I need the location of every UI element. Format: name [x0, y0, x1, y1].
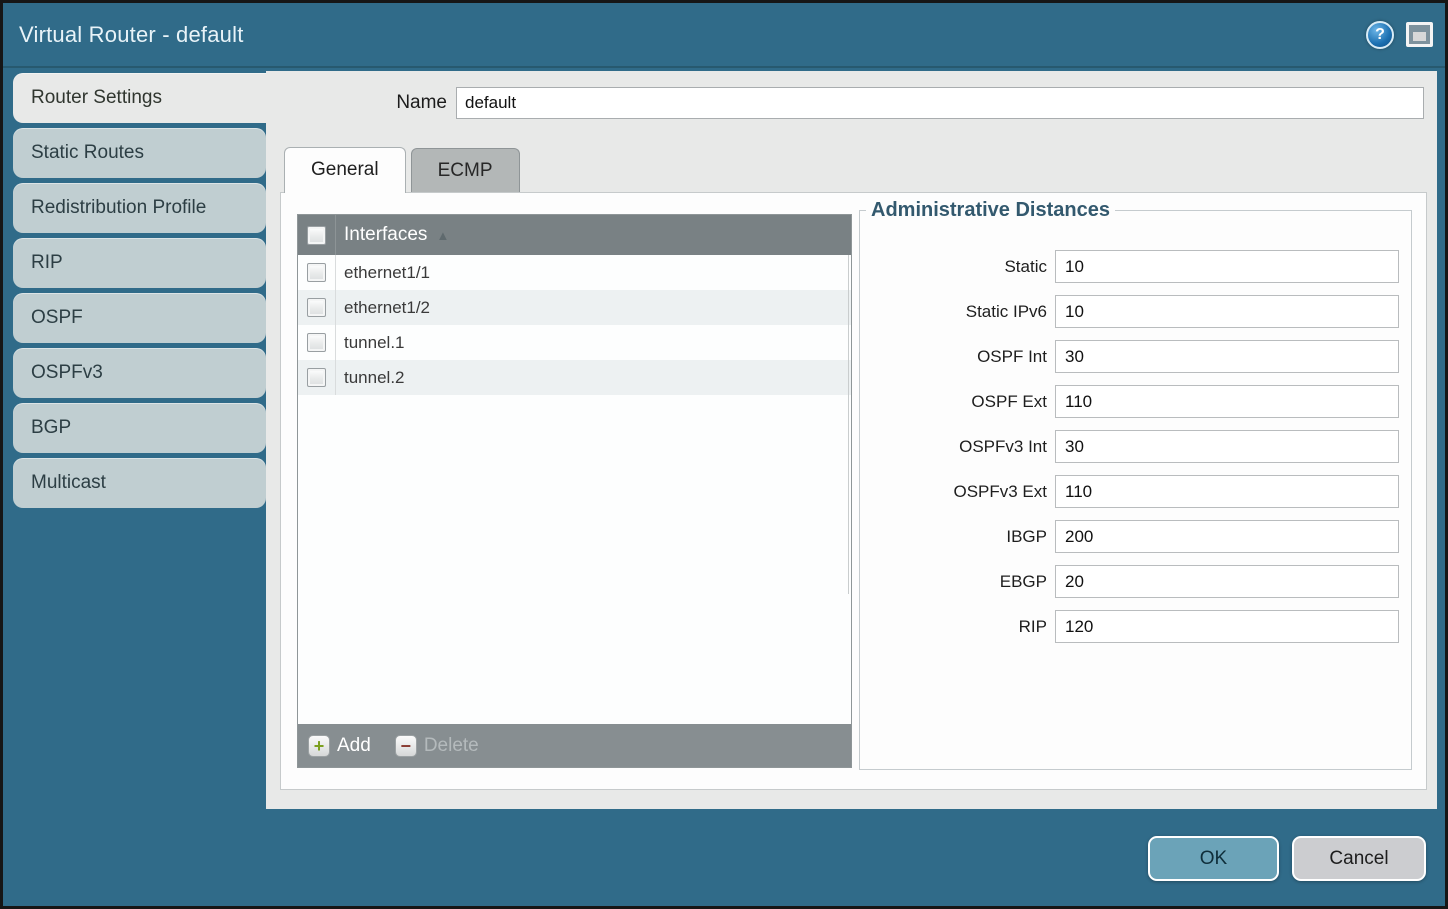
ospfv3-ext-input[interactable]: [1055, 475, 1399, 508]
restore-window-icon[interactable]: [1406, 22, 1433, 47]
table-row-ethernet1-1[interactable]: ethernet1/1: [298, 255, 851, 290]
delete-minus-icon: −: [395, 735, 417, 757]
interfaces-table-body: ethernet1/1 ethernet1/2 tunnel.1 tunnel.…: [298, 255, 851, 724]
interfaces-table-footer: + Add − Delete: [298, 724, 851, 767]
dialog-title: Virtual Router - default: [19, 22, 244, 48]
row-checkbox-cell: [298, 290, 336, 325]
static-label: Static: [1004, 257, 1055, 277]
row-checkbox[interactable]: [307, 263, 326, 282]
ospfv3-int-label: OSPFv3 Int: [959, 437, 1055, 457]
field-row-ebgp: EBGP: [860, 565, 1399, 598]
name-label: Name: [266, 92, 456, 114]
tab-general[interactable]: General: [284, 147, 406, 193]
select-all-checkbox[interactable]: [307, 226, 326, 245]
sidebar-item-router-settings[interactable]: Router Settings: [13, 73, 266, 123]
row-checkbox[interactable]: [307, 298, 326, 317]
select-all-cell: [298, 215, 336, 255]
interface-name: ethernet1/1: [344, 263, 430, 283]
sidebar-item-redistribution-profile[interactable]: Redistribution Profile: [13, 183, 266, 233]
delete-button: − Delete: [395, 735, 479, 757]
sidebar-item-multicast[interactable]: Multicast: [13, 458, 266, 508]
field-row-ospfv3-int: OSPFv3 Int: [860, 430, 1399, 463]
static-ipv6-input[interactable]: [1055, 295, 1399, 328]
field-row-ibgp: IBGP: [860, 520, 1399, 553]
field-row-ospf-int: OSPF Int: [860, 340, 1399, 373]
field-row-ospfv3-ext: OSPFv3 Ext: [860, 475, 1399, 508]
table-row-tunnel-1[interactable]: tunnel.1: [298, 325, 851, 360]
add-button[interactable]: + Add: [308, 735, 371, 757]
dialog-buttons: OK Cancel: [1148, 836, 1426, 881]
sidebar-item-rip[interactable]: RIP: [13, 238, 266, 288]
ospf-int-input[interactable]: [1055, 340, 1399, 373]
tab-strip: General ECMP: [284, 146, 1437, 192]
row-checkbox[interactable]: [307, 368, 326, 387]
interface-name: tunnel.1: [344, 333, 405, 353]
interfaces-column-header: Interfaces: [344, 224, 427, 246]
administrative-distances-group: Administrative Distances Static Static I…: [859, 199, 1412, 770]
table-row-ethernet1-2[interactable]: ethernet1/2: [298, 290, 851, 325]
ebgp-input[interactable]: [1055, 565, 1399, 598]
add-button-label: Add: [337, 735, 371, 757]
row-checkbox-cell: [298, 325, 336, 360]
field-row-static: Static: [860, 250, 1399, 283]
interface-name: ethernet1/2: [344, 298, 430, 318]
ospfv3-int-input[interactable]: [1055, 430, 1399, 463]
row-checkbox-cell: [298, 255, 336, 290]
ibgp-label: IBGP: [1006, 527, 1055, 547]
sidebar-item-static-routes[interactable]: Static Routes: [13, 128, 266, 178]
rip-input[interactable]: [1055, 610, 1399, 643]
administrative-distances-title: Administrative Distances: [866, 199, 1115, 222]
general-tab-panel: Interfaces ▲ ethernet1/1 ethernet1/2 tun…: [280, 192, 1427, 790]
field-row-ospf-ext: OSPF Ext: [860, 385, 1399, 418]
ok-button[interactable]: OK: [1148, 836, 1279, 881]
content-area: Name General ECMP Interfaces ▲: [266, 71, 1437, 809]
help-icon[interactable]: ?: [1366, 21, 1394, 49]
ospf-ext-input[interactable]: [1055, 385, 1399, 418]
sidebar-item-bgp[interactable]: BGP: [13, 403, 266, 453]
interface-name: tunnel.2: [344, 368, 405, 388]
field-row-static-ipv6: Static IPv6: [860, 295, 1399, 328]
ibgp-input[interactable]: [1055, 520, 1399, 553]
static-ipv6-label: Static IPv6: [966, 302, 1055, 322]
row-checkbox-cell: [298, 360, 336, 395]
field-row-rip: RIP: [860, 610, 1399, 643]
sidebar-item-ospfv3[interactable]: OSPFv3: [13, 348, 266, 398]
ebgp-label: EBGP: [1000, 572, 1055, 592]
static-input[interactable]: [1055, 250, 1399, 283]
interfaces-table: Interfaces ▲ ethernet1/1 ethernet1/2 tun…: [297, 214, 852, 768]
title-bar: Virtual Router - default ?: [3, 3, 1445, 68]
table-row-tunnel-2[interactable]: tunnel.2: [298, 360, 851, 395]
add-plus-icon: +: [308, 735, 330, 757]
restore-window-pane: [1413, 32, 1426, 41]
name-input[interactable]: [456, 87, 1424, 119]
tab-ecmp[interactable]: ECMP: [411, 148, 520, 192]
sort-ascending-icon: ▲: [436, 228, 449, 243]
ospf-int-label: OSPF Int: [977, 347, 1055, 367]
ospfv3-ext-label: OSPFv3 Ext: [953, 482, 1055, 502]
virtual-router-dialog: Virtual Router - default ? Router Settin…: [3, 3, 1445, 906]
interfaces-table-header[interactable]: Interfaces ▲: [298, 215, 851, 255]
sidebar-item-ospf[interactable]: OSPF: [13, 293, 266, 343]
rip-label: RIP: [1019, 617, 1055, 637]
cancel-button[interactable]: Cancel: [1292, 836, 1426, 881]
delete-button-label: Delete: [424, 735, 479, 757]
ospf-ext-label: OSPF Ext: [971, 392, 1055, 412]
row-checkbox[interactable]: [307, 333, 326, 352]
name-row: Name: [266, 71, 1437, 119]
sidebar-nav: Router Settings Static Routes Redistribu…: [13, 73, 266, 513]
